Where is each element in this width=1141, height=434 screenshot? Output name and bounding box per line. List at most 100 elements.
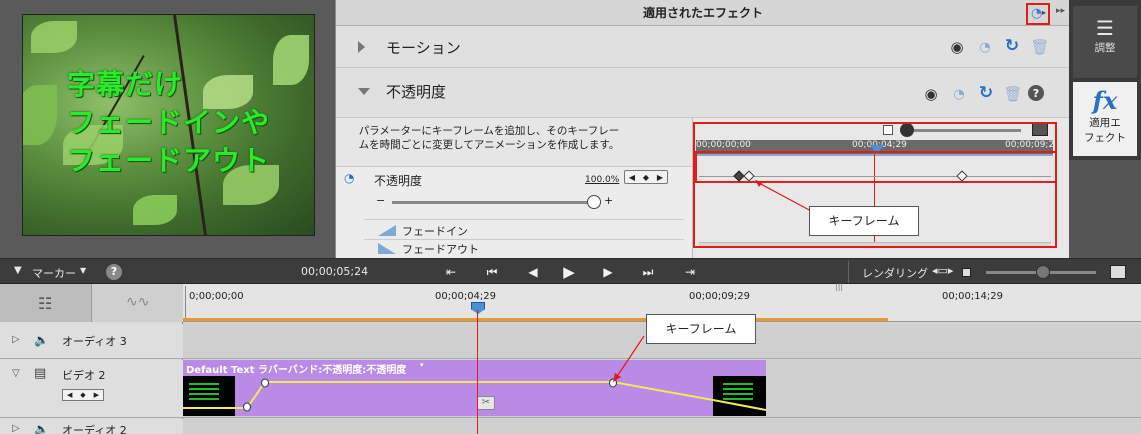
kf-timecode: 00;00;09;2 bbox=[1005, 140, 1055, 150]
callout-arrow bbox=[613, 335, 645, 382]
track-name: ビデオ 2 bbox=[62, 369, 106, 382]
reset-icon[interactable]: ↻ bbox=[977, 83, 995, 103]
divider bbox=[848, 261, 849, 283]
playhead-line bbox=[477, 310, 478, 434]
prev-keyframe-icon[interactable]: ◀ bbox=[629, 173, 635, 182]
expand-triangle-icon[interactable]: ▷ bbox=[12, 423, 20, 434]
applied-effects-button[interactable]: fx 適用エ フェクト bbox=[1073, 82, 1137, 156]
track-header-audio-2[interactable]: ▷ 🔈 オーディオ 2 bbox=[0, 419, 183, 434]
zoom-out-icon[interactable] bbox=[962, 268, 971, 277]
step-back-icon[interactable]: ◀ bbox=[525, 264, 541, 280]
slider-minus[interactable]: − bbox=[376, 194, 385, 207]
previous-edit-icon[interactable]: ⏮ bbox=[484, 264, 500, 280]
keyframe-callout: キーフレーム bbox=[809, 206, 919, 236]
applied-effects-label: 適用エ bbox=[1089, 117, 1121, 129]
chevron-right-icon: ▸ bbox=[1042, 8, 1047, 17]
audio-tab[interactable]: ∿∿ bbox=[92, 284, 183, 322]
next-keyframe-icon[interactable]: ▶ bbox=[657, 173, 663, 182]
double-chevron-icon[interactable]: ▸▸ bbox=[1056, 6, 1065, 16]
opacity-slider-knob[interactable] bbox=[587, 195, 601, 209]
fit-icon[interactable]: ◂▭▸ bbox=[932, 264, 953, 277]
monitor-panel: 字幕だけ フェードインや フェードアウト bbox=[0, 0, 335, 258]
effect-name: モーション bbox=[386, 39, 461, 57]
leaf-graphic bbox=[31, 21, 77, 53]
step-forward-icon[interactable]: ▶ bbox=[600, 264, 616, 280]
fade-in-row[interactable]: フェードイン bbox=[364, 219, 684, 239]
add-keyframe-icon[interactable]: ◆ bbox=[80, 391, 85, 399]
prev-keyframe-icon[interactable]: ◀ bbox=[67, 391, 72, 399]
expand-triangle-icon[interactable]: ▷ bbox=[12, 334, 20, 345]
kf-timecode: 00;00;00;00 bbox=[696, 140, 751, 150]
eye-icon[interactable]: ◉ bbox=[922, 85, 940, 103]
panel-menu-button[interactable]: ◔ ▸ bbox=[1026, 3, 1050, 25]
stopwatch-icon[interactable]: ◔ bbox=[976, 38, 994, 56]
track-video-2[interactable]: Default Text ラバーバンド:不透明度:不透明度 ▾ ✂ bbox=[183, 360, 1141, 418]
track-header-audio-3[interactable]: ▷ 🔈 オーディオ 3 bbox=[0, 324, 183, 359]
sliders-icon: ☰ bbox=[1096, 16, 1114, 40]
work-area-bar[interactable] bbox=[183, 318, 888, 321]
eye-icon[interactable]: ◉ bbox=[948, 38, 966, 56]
collapse-triangle-icon[interactable] bbox=[358, 88, 370, 95]
next-keyframe-icon[interactable]: ▶ bbox=[94, 391, 99, 399]
opacity-slider-track[interactable] bbox=[392, 201, 594, 204]
timecode-display[interactable]: 00;00;05;24 bbox=[301, 265, 368, 278]
marker-dropdown-icon[interactable]: ▼ bbox=[14, 265, 22, 276]
adjust-button[interactable]: ☰ 調整 bbox=[1073, 6, 1137, 78]
adjust-label: 調整 bbox=[1094, 42, 1116, 54]
play-icon[interactable]: ▶ bbox=[561, 264, 577, 280]
reset-icon[interactable]: ↻ bbox=[1003, 36, 1021, 56]
video-preview[interactable]: 字幕だけ フェードインや フェードアウト bbox=[22, 14, 315, 236]
track-audio-2[interactable] bbox=[183, 419, 1141, 434]
speaker-icon[interactable]: 🔈 bbox=[34, 333, 49, 347]
timeline-zoom-knob[interactable] bbox=[1036, 265, 1050, 279]
video-tab[interactable]: ☷ bbox=[0, 284, 92, 322]
panel-title: 適用されたエフェクト bbox=[336, 0, 1070, 26]
ruler-label: 00;00;04;29 bbox=[435, 291, 497, 302]
help-icon[interactable]: ? bbox=[106, 264, 122, 280]
fade-out-icon bbox=[378, 243, 396, 254]
video-clip[interactable]: Default Text ラバーバンド:不透明度:不透明度 ▾ ✂ bbox=[183, 360, 766, 416]
effect-row-motion[interactable]: モーション ◉ ◔ ↻ 🗑 bbox=[336, 26, 1070, 68]
slider-plus[interactable]: + bbox=[604, 194, 613, 207]
add-keyframe-icon[interactable]: ◆ bbox=[643, 173, 649, 182]
go-to-end-icon[interactable]: ⇥ bbox=[682, 264, 698, 280]
transport-bar: ▼ マーカー ▼ ? 00;00;05;24 ⇤ ⏮ ◀ ▶ ▶ ⏭ ⇥ レンダ… bbox=[0, 258, 1141, 284]
help-icon[interactable]: ? bbox=[1028, 85, 1044, 101]
film-icon[interactable]: ▤ bbox=[34, 366, 46, 381]
keyframe-nav[interactable]: ◀ ◆ ▶ bbox=[62, 389, 104, 401]
fade-out-row[interactable]: フェードアウト bbox=[364, 239, 684, 259]
tracks-icon: ☷ bbox=[38, 294, 53, 313]
param-label: 不透明度 bbox=[374, 174, 423, 188]
keyframe-nav[interactable]: ◀ ◆ ▶ bbox=[624, 170, 668, 184]
leaf-graphic bbox=[23, 85, 57, 145]
rubber-band[interactable] bbox=[183, 360, 766, 416]
scissors-icon[interactable]: ✂ bbox=[477, 396, 495, 410]
video-title-line: 字幕だけ bbox=[67, 68, 184, 101]
chevron-down-icon[interactable]: ▼ bbox=[80, 266, 86, 275]
horizontal-scrollbar[interactable] bbox=[699, 242, 1051, 246]
video-title-line: フェードアウト bbox=[67, 144, 271, 177]
trash-icon[interactable]: 🗑 bbox=[1003, 85, 1022, 103]
render-button[interactable]: レンダリング bbox=[862, 265, 928, 281]
stopwatch-icon[interactable]: ◔ bbox=[344, 171, 354, 185]
fade-in-icon bbox=[378, 225, 396, 236]
timeline-playhead[interactable] bbox=[471, 302, 485, 314]
ruler-label: 00;00;09;29 bbox=[689, 291, 751, 302]
expand-triangle-icon[interactable] bbox=[358, 41, 365, 53]
collapse-triangle-icon[interactable]: ▽ bbox=[12, 368, 20, 379]
sidebar-empty bbox=[1069, 160, 1141, 258]
fade-out-label: フェードアウト bbox=[402, 243, 479, 256]
next-edit-icon[interactable]: ⏭ bbox=[640, 264, 656, 280]
speaker-icon[interactable]: 🔈 bbox=[34, 422, 49, 434]
leaf-graphic bbox=[133, 195, 177, 225]
trash-icon[interactable]: 🗑 bbox=[1030, 38, 1049, 56]
param-value[interactable]: 100.0% bbox=[585, 175, 619, 185]
ruler-label: 0;00;00;00 bbox=[189, 291, 244, 302]
go-to-start-icon[interactable]: ⇤ bbox=[443, 264, 459, 280]
marker-menu[interactable]: マーカー bbox=[32, 265, 76, 281]
ruler-label: 00;00;14;29 bbox=[942, 291, 1004, 302]
track-header-video-2[interactable]: ▽ ▤ ビデオ 2 ◀ ◆ ▶ bbox=[0, 360, 183, 418]
zoom-in-icon[interactable] bbox=[1110, 265, 1126, 279]
stopwatch-icon[interactable]: ◔ bbox=[950, 85, 968, 103]
effect-row-opacity[interactable]: 不透明度 ◉ ◔ ↻ 🗑 ? bbox=[336, 68, 1070, 118]
